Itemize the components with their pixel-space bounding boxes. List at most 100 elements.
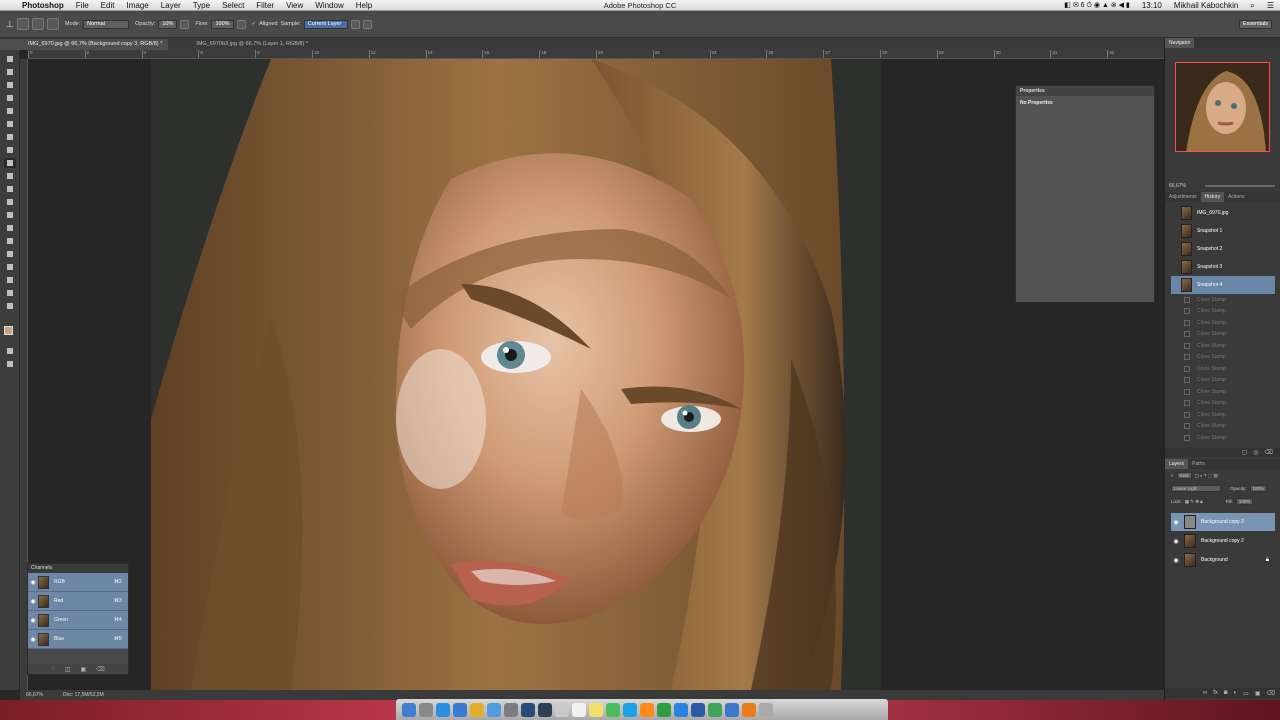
launchpad-dock-icon[interactable]: [419, 702, 433, 717]
photoshop-dock-icon[interactable]: [521, 702, 535, 717]
save-selection-icon[interactable]: ◫: [65, 666, 71, 673]
portrait-photo[interactable]: [151, 59, 881, 690]
utorrent-dock-icon[interactable]: [657, 702, 671, 717]
path-select-tool-icon[interactable]: [4, 262, 16, 272]
layer-background-copy-3[interactable]: ◉ Background copy 3: [1171, 513, 1275, 531]
new-document-icon[interactable]: ▢: [1242, 449, 1248, 456]
menu-select[interactable]: Select: [216, 0, 250, 11]
history-step[interactable]: Clone Stamp: [1171, 352, 1275, 363]
history-step[interactable]: Clone Stamp: [1171, 375, 1275, 386]
foreground-color-swatch[interactable]: [4, 326, 13, 335]
quick-select-tool-icon[interactable]: [4, 93, 16, 103]
menu-window[interactable]: Window: [309, 0, 349, 11]
hand-tool-icon[interactable]: [4, 288, 16, 298]
firefox-dock-icon[interactable]: [640, 702, 654, 717]
blend-mode-select[interactable]: Linear Light: [1171, 485, 1221, 492]
clone-stamp-tool-icon[interactable]: ⊥: [6, 19, 14, 30]
camera-icon[interactable]: ◎: [1253, 449, 1258, 456]
finder-dock-icon[interactable]: [402, 702, 416, 717]
trash-icon[interactable]: ⌫: [1265, 449, 1273, 456]
itunes-dock-icon[interactable]: [487, 702, 501, 717]
trash-icon[interactable]: ⌫: [1267, 690, 1275, 697]
crop-tool-icon[interactable]: [4, 106, 16, 116]
sample-select[interactable]: Current Layer: [303, 19, 348, 29]
user-name[interactable]: Mikhail Kabochkin: [1168, 0, 1244, 11]
shape-tool-icon[interactable]: [4, 275, 16, 285]
system-preferences-dock-icon[interactable]: [504, 702, 518, 717]
fill-field[interactable]: 100%: [1235, 498, 1254, 505]
airbrush-icon[interactable]: [236, 19, 246, 29]
keynote-dock-icon[interactable]: [725, 702, 739, 717]
load-selection-icon[interactable]: ◌: [51, 666, 55, 672]
mode-select[interactable]: Normal: [83, 19, 130, 29]
eraser-tool-icon[interactable]: [4, 184, 16, 194]
adjustment-layer-icon[interactable]: ◐: [1234, 690, 1238, 696]
channel-red[interactable]: ◉ Red ⌘3: [28, 592, 128, 611]
eye-icon[interactable]: ◉: [1171, 538, 1181, 545]
lasso-tool-icon[interactable]: [4, 80, 16, 90]
clock[interactable]: 13:10: [1136, 0, 1168, 11]
canvas-area[interactable]: [28, 59, 1164, 690]
horizontal-ruler[interactable]: 0 2 4 6 8 10 12 14 16 18 20 22 24 26 27 28 29 30 31 32: [28, 50, 1164, 59]
history-snapshot[interactable]: Snapshot 1: [1171, 222, 1275, 240]
channel-rgb[interactable]: ◉ RGB ⌘2: [28, 573, 128, 592]
filter-icons[interactable]: ▢ ◐ T ⬚ ▤: [1195, 473, 1218, 479]
menu-app-name[interactable]: Photoshop: [16, 0, 70, 11]
menu-filter[interactable]: Filter: [250, 0, 280, 11]
toggle-clone-source-icon[interactable]: [46, 18, 59, 30]
eye-icon[interactable]: ◉: [1171, 557, 1181, 564]
app-store-dock-icon[interactable]: [674, 702, 688, 717]
history-brush-tool-icon[interactable]: [4, 171, 16, 181]
aligned-checkbox[interactable]: ✓: [252, 21, 257, 27]
history-step[interactable]: Clone Stamp: [1171, 398, 1275, 409]
tab-actions[interactable]: Actions: [1224, 194, 1248, 200]
dodge-tool-icon[interactable]: [4, 223, 16, 233]
zoom-readout[interactable]: 66,67%: [26, 692, 43, 698]
status-icons[interactable]: ◧ ✉ 6 ⏱ ◉ ▲ ⊗ ◀ ▮: [1058, 0, 1136, 11]
history-step[interactable]: Clone Stamp: [1171, 432, 1275, 443]
layer-background[interactable]: ◉ Background 🔒︎: [1171, 551, 1275, 569]
navigator-preview[interactable]: [1175, 62, 1270, 152]
menu-file[interactable]: File: [70, 0, 95, 11]
menu-view[interactable]: View: [280, 0, 309, 11]
layer-name[interactable]: Background copy 2: [1201, 538, 1244, 544]
channel-green[interactable]: ◉ Green ⌘4: [28, 611, 128, 630]
lightroom-dock-icon[interactable]: [538, 702, 552, 717]
clone-stamp-tool-icon[interactable]: [4, 158, 16, 168]
screen-mode-icon[interactable]: [4, 359, 16, 369]
flow-field[interactable]: 100%: [211, 19, 234, 29]
eye-icon[interactable]: ◉: [28, 636, 38, 643]
gradient-tool-icon[interactable]: [4, 197, 16, 207]
skype-dock-icon[interactable]: [623, 702, 637, 717]
tab-layers[interactable]: Layers: [1165, 459, 1189, 469]
pen-tool-icon[interactable]: [4, 236, 16, 246]
menu-layer[interactable]: Layer: [155, 0, 187, 11]
mail-dock-icon[interactable]: [453, 702, 467, 717]
eyedropper-tool-icon[interactable]: [4, 119, 16, 129]
menu-type[interactable]: Type: [187, 0, 216, 11]
brush-preset-icon[interactable]: [16, 18, 29, 30]
finder-window-dock-icon[interactable]: [555, 702, 569, 717]
new-layer-icon[interactable]: ▣: [1255, 690, 1261, 697]
layer-name[interactable]: Background: [1201, 557, 1228, 563]
toggle-brush-panel-icon[interactable]: [31, 18, 44, 30]
ignore-adjustment-icon[interactable]: [350, 19, 360, 29]
messages-dock-icon[interactable]: [606, 702, 620, 717]
zoom-tool-icon[interactable]: [4, 301, 16, 311]
history-step[interactable]: Clone Stamp: [1171, 386, 1275, 397]
numbers-dock-icon[interactable]: [708, 702, 722, 717]
safari-dock-icon[interactable]: [436, 702, 450, 717]
history-step[interactable]: Clone Stamp: [1171, 363, 1275, 374]
history-step[interactable]: Clone Stamp: [1171, 317, 1275, 328]
delete-channel-icon[interactable]: ⌫: [96, 666, 104, 673]
lock-icons[interactable]: ▦ ✎ ✥ 🔒︎: [1185, 499, 1203, 505]
type-tool-icon[interactable]: [4, 249, 16, 259]
history-step[interactable]: Clone Stamp: [1171, 329, 1275, 340]
eye-icon[interactable]: ◉: [28, 579, 38, 586]
trash-dock-icon[interactable]: [759, 702, 773, 717]
menu-image[interactable]: Image: [120, 0, 154, 11]
spot-healing-tool-icon[interactable]: [4, 132, 16, 142]
eye-icon[interactable]: ◉: [28, 598, 38, 605]
word-dock-icon[interactable]: [691, 702, 705, 717]
move-tool-icon[interactable]: [4, 54, 16, 64]
